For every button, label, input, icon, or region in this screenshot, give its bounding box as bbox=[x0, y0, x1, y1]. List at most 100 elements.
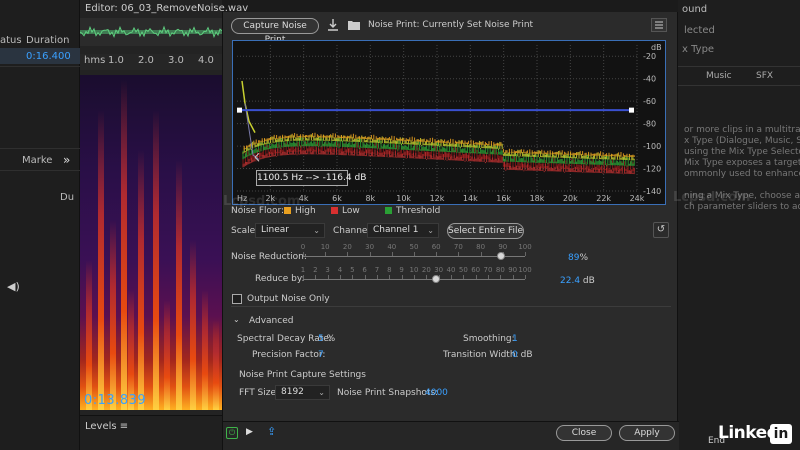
waveform-overview-graphic bbox=[80, 25, 222, 39]
duration-value: 0:16.400 bbox=[26, 51, 71, 62]
fft-size-dropdown[interactable]: 8192 ⌄ bbox=[275, 385, 330, 400]
ruler-label: 3.0 bbox=[168, 55, 184, 66]
spectral-streak bbox=[138, 150, 144, 410]
mix-type-label: x Type bbox=[682, 44, 715, 55]
legend-low[interactable]: Low bbox=[331, 206, 360, 216]
hz-tick-label: 10k bbox=[396, 194, 411, 203]
markers-panel-tab[interactable]: Marke bbox=[22, 155, 52, 166]
spectral-display[interactable] bbox=[80, 75, 222, 410]
scale-value: Linear bbox=[261, 225, 289, 235]
chevron-down-icon[interactable]: ⌄ bbox=[233, 315, 240, 324]
legend-high[interactable]: High bbox=[284, 206, 316, 216]
chevron-down-icon: ⌄ bbox=[318, 388, 325, 397]
capture-noise-print-button[interactable]: Capture Noise Print bbox=[231, 18, 319, 45]
fft-size-value: 8192 bbox=[281, 387, 304, 397]
slider-tick-label: 40 bbox=[387, 243, 397, 251]
spectral-decay-value[interactable]: 5 % bbox=[318, 334, 335, 344]
duration-column-header[interactable]: Duration bbox=[26, 35, 69, 46]
slider-tick bbox=[480, 252, 482, 256]
files-panel: atus Duration 0:16.400 Marke » Du ◀) bbox=[0, 0, 80, 450]
duration-short-label: Du bbox=[60, 192, 75, 203]
reset-icon[interactable]: ↺ bbox=[653, 222, 669, 238]
slider-tick bbox=[369, 252, 371, 256]
waveform-overview[interactable] bbox=[80, 18, 222, 46]
status-column-header[interactable]: atus bbox=[0, 35, 22, 46]
noise-reduction-thumb[interactable] bbox=[496, 252, 505, 260]
speaker-icon[interactable]: ◀) bbox=[7, 280, 20, 293]
slider-tick bbox=[458, 252, 460, 256]
scale-dropdown[interactable]: Linear ⌄ bbox=[255, 223, 325, 238]
reduce-by-value[interactable]: 22.4 dB bbox=[560, 276, 595, 286]
legend-threshold[interactable]: Threshold bbox=[385, 206, 440, 216]
slider-tick bbox=[436, 252, 438, 256]
close-button[interactable]: Close bbox=[556, 425, 612, 441]
hz-tick-label: 8k bbox=[365, 194, 375, 203]
brand-logo: Linked in bbox=[718, 423, 798, 447]
noise-reduction-dialog: Capture Noise Print Noise Print: Current… bbox=[222, 12, 750, 450]
noise-reduction-unit: % bbox=[579, 253, 589, 263]
select-entire-file-button[interactable]: Select Entire File bbox=[447, 223, 524, 239]
hz-tick-label: 24k bbox=[630, 194, 645, 203]
download-icon[interactable] bbox=[326, 18, 340, 32]
reduce-by-thumb[interactable] bbox=[432, 275, 441, 283]
slider-tick-label: 70 bbox=[453, 243, 463, 251]
channel-dropdown[interactable]: Channel 1 ⌄ bbox=[367, 223, 439, 238]
slider-tick bbox=[525, 275, 526, 279]
slider-tick-label: 90 bbox=[508, 266, 518, 274]
tab-sfx[interactable]: SFX bbox=[756, 71, 773, 81]
menu-icon[interactable] bbox=[651, 18, 667, 32]
db-tick-label: -140 bbox=[643, 187, 661, 196]
slider-tick bbox=[327, 275, 329, 279]
apply-button[interactable]: Apply bbox=[619, 425, 675, 441]
hz-tick-label: 14k bbox=[463, 194, 478, 203]
slider-tick-label: 50 bbox=[409, 243, 419, 251]
levels-label: Levels bbox=[85, 421, 117, 432]
power-icon[interactable]: ⏻ bbox=[226, 427, 238, 439]
ruler-label: hms bbox=[84, 55, 106, 66]
spectral-streak bbox=[202, 290, 208, 410]
slider-tick-label: 8 bbox=[387, 266, 392, 274]
slider-tick-label: 5 bbox=[350, 266, 355, 274]
spectral-streak bbox=[153, 110, 159, 410]
spectral-streak bbox=[86, 260, 92, 410]
play-icon[interactable]: ▶ bbox=[246, 427, 256, 437]
noise-reduction-value[interactable]: 89% bbox=[568, 253, 588, 263]
transition-width-value[interactable]: 0 dB bbox=[512, 350, 533, 360]
ruler-label: 2.0 bbox=[138, 55, 154, 66]
slider-track[interactable] bbox=[303, 256, 525, 257]
snapshots-value[interactable]: 4000 bbox=[425, 388, 448, 398]
noise-reduction-slider[interactable]: 0 10 20 30 40 50 60 70 80 90 100 bbox=[300, 243, 532, 266]
precision-factor-value[interactable]: 7 bbox=[318, 350, 324, 360]
slider-track[interactable] bbox=[303, 279, 525, 280]
reduce-by-slider[interactable]: 1 2 3 4 5 6 7 8 9 10 20 30 40 50 60 70 80 90 100 bbox=[301, 266, 532, 289]
slider-tick-label: 20 bbox=[421, 266, 431, 274]
transition-width-label: Transition Width: bbox=[443, 350, 519, 360]
export-icon[interactable]: ⇪ bbox=[267, 426, 281, 439]
reduce-by-number: 22.4 bbox=[560, 276, 581, 286]
chevron-right-icon[interactable]: » bbox=[63, 153, 70, 167]
time-ruler[interactable]: hms 1.0 2.0 3.0 4.0 bbox=[80, 54, 222, 70]
output-noise-only-checkbox[interactable] bbox=[232, 294, 242, 304]
smoothing-value[interactable]: 1 bbox=[512, 334, 518, 344]
slider-tick-label: 90 bbox=[498, 243, 508, 251]
threshold-swatch bbox=[385, 207, 392, 214]
slider-tick bbox=[389, 275, 391, 279]
slider-tick bbox=[525, 252, 526, 256]
advanced-toggle[interactable]: Advanced bbox=[249, 316, 293, 326]
noise-reduction-number: 89 bbox=[568, 253, 580, 263]
slider-tick bbox=[364, 275, 366, 279]
slider-tick bbox=[315, 275, 317, 279]
reduce-by-label: Reduce by: bbox=[255, 274, 305, 284]
levels-panel-tab[interactable]: Levels ≡ bbox=[85, 421, 128, 432]
slider-tick-label: 100 bbox=[518, 266, 532, 274]
folder-icon[interactable] bbox=[347, 19, 361, 31]
spectral-decay-unit: % bbox=[326, 334, 336, 344]
divider bbox=[0, 66, 80, 67]
chevron-down-icon: ⌄ bbox=[313, 226, 320, 235]
editor-panel: Editor: 06_03_RemoveNoise.wav hms 1.0 2.… bbox=[80, 0, 248, 450]
slider-tick-label: 0 bbox=[300, 243, 306, 251]
tab-music[interactable]: Music bbox=[706, 71, 732, 81]
slider-tick-label: 100 bbox=[518, 243, 532, 251]
panel-title[interactable]: ound bbox=[682, 4, 707, 15]
slider-tick-label: 20 bbox=[342, 243, 352, 251]
